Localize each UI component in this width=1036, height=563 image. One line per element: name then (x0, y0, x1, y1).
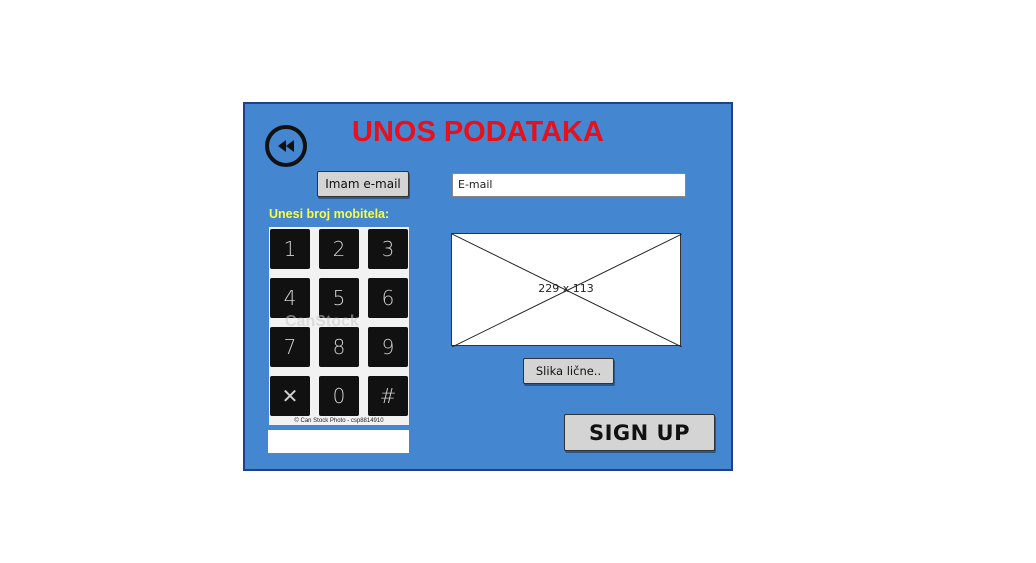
mobile-number-input[interactable] (268, 430, 409, 453)
keypad-key-9[interactable]: 9 (368, 327, 408, 367)
stock-credit: © Can Stock Photo - csp8814910 (294, 418, 384, 424)
back-button[interactable] (264, 124, 308, 168)
keypad-key-5[interactable]: 5 (319, 278, 359, 318)
signup-panel: UNOS PODATAKA Imam e-mail E-mail Unesi b… (243, 102, 733, 471)
email-field[interactable]: E-mail (452, 173, 686, 197)
image-size-label: 229 x 113 (538, 282, 594, 295)
keypad-key-6[interactable]: 6 (368, 278, 408, 318)
mobile-number-label: Unesi broj mobitela: (269, 207, 390, 221)
keypad-key-2[interactable]: 2 (319, 229, 359, 269)
sign-up-button[interactable]: SIGN UP (564, 414, 715, 451)
keypad-key-x[interactable]: ✕ (270, 376, 310, 416)
keypad-key-8[interactable]: 8 (319, 327, 359, 367)
keypad-key-hash[interactable]: # (368, 376, 408, 416)
phone-keypad-image[interactable]: 1 2 3 4 5 6 7 8 9 ✕ 0 # CanStock © Can S… (269, 227, 409, 425)
keypad-key-1[interactable]: 1 (270, 229, 310, 269)
keypad-key-0[interactable]: 0 (319, 376, 359, 416)
keypad-key-3[interactable]: 3 (368, 229, 408, 269)
id-photo-button[interactable]: Slika lične.. (523, 358, 614, 384)
have-email-button[interactable]: Imam e-mail (317, 171, 409, 197)
id-photo-placeholder: 229 x 113 (451, 233, 682, 347)
page-title: UNOS PODATAKA (352, 116, 604, 148)
keypad-key-7[interactable]: 7 (270, 327, 310, 367)
keypad-key-4[interactable]: 4 (270, 278, 310, 318)
rewind-icon (265, 125, 307, 167)
